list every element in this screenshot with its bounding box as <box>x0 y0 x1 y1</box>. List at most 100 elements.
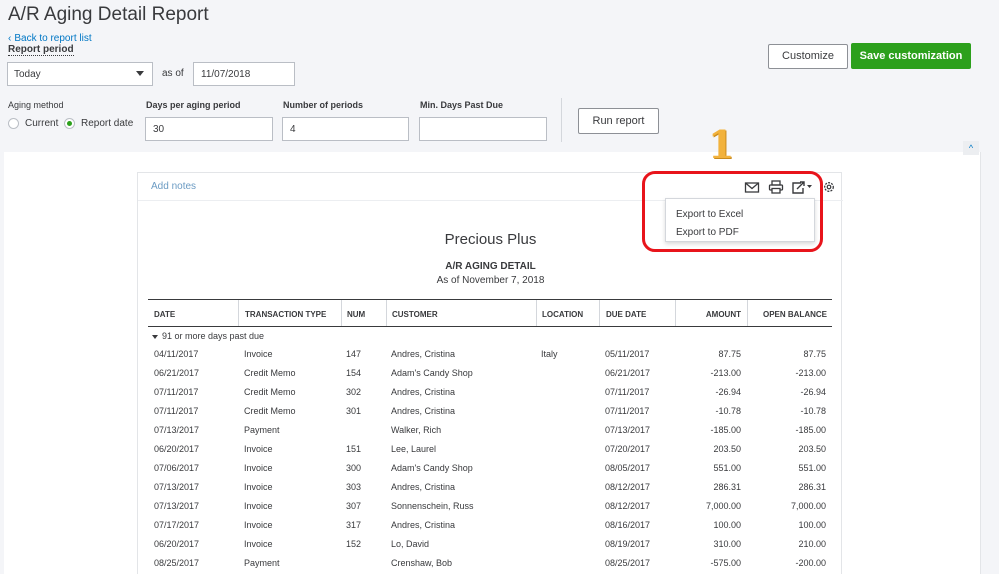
cell-num: 303 <box>346 482 362 492</box>
table-row[interactable]: 06/20/2017 Invoice 151 Lee, Laurel 07/20/201… <box>148 441 832 460</box>
aging-current-radio[interactable] <box>8 118 19 129</box>
cell-open-balance[interactable]: 100.00 <box>747 520 826 530</box>
table-row[interactable]: 07/13/2017 Invoice 307 Sonnenschein, Russ 08… <box>148 498 832 517</box>
col-customer[interactable]: CUSTOMER <box>392 310 438 319</box>
print-icon[interactable] <box>768 180 784 194</box>
cell-amount[interactable]: -26.94 <box>675 387 741 397</box>
cell-due-date: 08/19/2017 <box>605 539 651 549</box>
cell-open-balance[interactable]: 551.00 <box>747 463 826 473</box>
cell-due-date: 08/05/2017 <box>605 463 651 473</box>
cell-transaction-type[interactable]: Invoice <box>244 520 273 530</box>
collapse-filters-button[interactable]: ^ <box>963 141 979 155</box>
col-open-balance[interactable]: OPEN BALANCE <box>747 310 827 319</box>
cell-amount[interactable]: 310.00 <box>675 539 741 549</box>
cell-due-date: 08/16/2017 <box>605 520 651 530</box>
table-row[interactable]: 07/11/2017 Credit Memo 302 Andres, Cristina… <box>148 384 832 403</box>
cell-amount[interactable]: -185.00 <box>675 425 741 435</box>
cell-transaction-type[interactable]: Invoice <box>244 463 273 473</box>
table-row[interactable]: 06/21/2017 Credit Memo 154 Adam's Candy Sho… <box>148 365 832 384</box>
export-to-pdf-option[interactable]: Export to PDF <box>676 227 739 238</box>
column-divider <box>341 300 342 326</box>
cell-date: 04/11/2017 <box>154 349 199 359</box>
cell-transaction-type[interactable]: Credit Memo <box>244 387 296 397</box>
col-transaction-type[interactable]: TRANSACTION TYPE <box>245 310 326 319</box>
table-row[interactable]: 07/06/2017 Invoice 300 Adam's Candy Shop 08/… <box>148 460 832 479</box>
table-header: DATE TRANSACTION TYPE NUM CUSTOMER LOCAT… <box>148 299 832 327</box>
cell-open-balance[interactable]: 203.50 <box>747 444 826 454</box>
cell-customer: Lo, David <box>391 539 430 549</box>
cell-amount[interactable]: -213.00 <box>675 368 741 378</box>
cell-transaction-type[interactable]: Invoice <box>244 349 273 359</box>
num-periods-label: Number of periods <box>283 100 364 110</box>
table-row[interactable]: 04/11/2017 Invoice 147 Andres, Cristina Ital… <box>148 346 832 365</box>
report-period-select[interactable]: Today <box>7 62 153 86</box>
cell-transaction-type[interactable]: Invoice <box>244 482 273 492</box>
col-date[interactable]: DATE <box>154 310 175 319</box>
back-to-report-list-link[interactable]: ‹ Back to report list <box>8 33 92 44</box>
export-icon[interactable] <box>791 180 813 194</box>
table-row[interactable]: 07/11/2017 Credit Memo 301 Andres, Cristina… <box>148 403 832 422</box>
cell-date: 06/21/2017 <box>154 368 200 378</box>
cell-due-date: 06/21/2017 <box>605 368 651 378</box>
cell-amount[interactable]: 286.31 <box>675 482 741 492</box>
cell-transaction-type[interactable]: Invoice <box>244 444 273 454</box>
cell-open-balance[interactable]: -213.00 <box>747 368 826 378</box>
cell-open-balance[interactable]: 286.31 <box>747 482 826 492</box>
cell-num: 151 <box>346 444 362 454</box>
add-notes-link[interactable]: Add notes <box>151 181 196 192</box>
col-amount[interactable]: AMOUNT <box>675 310 741 319</box>
num-periods-input[interactable]: 4 <box>282 117 409 141</box>
table-row[interactable]: 07/13/2017 Payment Walker, Rich 07/13/2017 -… <box>148 422 832 441</box>
export-dropdown-menu: Export to Excel Export to PDF <box>665 198 815 242</box>
cell-amount[interactable]: -10.78 <box>675 406 741 416</box>
cell-open-balance[interactable]: -10.78 <box>747 406 826 416</box>
table-row[interactable]: 06/20/2017 Invoice 152 Lo, David 08/19/2017 3… <box>148 536 832 555</box>
cell-customer: Andres, Cristina <box>391 387 456 397</box>
gear-icon[interactable] <box>821 180 837 194</box>
export-to-excel-option[interactable]: Export to Excel <box>676 209 743 220</box>
cell-due-date: 08/25/2017 <box>605 558 651 568</box>
cell-amount[interactable]: 87.75 <box>675 349 741 359</box>
cell-amount[interactable]: 7,000.00 <box>675 501 741 511</box>
filter-divider <box>561 98 562 142</box>
run-report-button[interactable]: Run report <box>578 108 659 134</box>
save-customization-button[interactable]: Save customization <box>851 43 971 69</box>
cell-date: 07/13/2017 <box>154 425 200 435</box>
cell-transaction-type[interactable]: Payment <box>244 425 280 435</box>
days-per-period-input[interactable]: 30 <box>145 117 273 141</box>
col-num[interactable]: NUM <box>347 310 365 319</box>
cell-amount[interactable]: 203.50 <box>675 444 741 454</box>
cell-amount[interactable]: 100.00 <box>675 520 741 530</box>
cell-open-balance[interactable]: 87.75 <box>747 349 826 359</box>
col-due-date[interactable]: DUE DATE <box>606 310 646 319</box>
as-of-date-input[interactable]: 11/07/2018 <box>193 62 295 86</box>
scrollbar[interactable] <box>980 152 999 574</box>
group-toggle-91-plus[interactable]: 91 or more days past due <box>152 331 264 341</box>
cell-transaction-type[interactable]: Payment <box>244 558 280 568</box>
cell-amount[interactable]: -575.00 <box>675 558 741 568</box>
cell-open-balance[interactable]: -26.94 <box>747 387 826 397</box>
cell-open-balance[interactable]: -200.00 <box>747 558 826 568</box>
aging-method-label: Aging method <box>8 100 64 110</box>
step-number-annotation: 1 <box>708 122 735 167</box>
cell-open-balance[interactable]: -185.00 <box>747 425 826 435</box>
email-icon[interactable] <box>744 180 760 194</box>
min-days-input[interactable] <box>419 117 547 141</box>
cell-date: 07/11/2017 <box>154 406 199 416</box>
cell-transaction-type[interactable]: Invoice <box>244 539 273 549</box>
cell-transaction-type[interactable]: Credit Memo <box>244 368 296 378</box>
cell-open-balance[interactable]: 7,000.00 <box>747 501 826 511</box>
cell-due-date: 07/11/2017 <box>605 387 650 397</box>
table-row[interactable]: 08/25/2017 Payment Crenshaw, Bob 08/25/2017… <box>148 555 832 574</box>
cell-transaction-type[interactable]: Credit Memo <box>244 406 296 416</box>
customize-button[interactable]: Customize <box>768 44 848 69</box>
cell-transaction-type[interactable]: Invoice <box>244 501 273 511</box>
cell-due-date: 08/12/2017 <box>605 501 651 511</box>
col-location[interactable]: LOCATION <box>542 310 583 319</box>
cell-open-balance[interactable]: 210.00 <box>747 539 826 549</box>
cell-amount[interactable]: 551.00 <box>675 463 741 473</box>
aging-report-date-radio[interactable] <box>64 118 75 129</box>
cell-customer: Andres, Cristina <box>391 482 456 492</box>
table-row[interactable]: 07/17/2017 Invoice 317 Andres, Cristina 08/1… <box>148 517 832 536</box>
table-row[interactable]: 07/13/2017 Invoice 303 Andres, Cristina 08/1… <box>148 479 832 498</box>
